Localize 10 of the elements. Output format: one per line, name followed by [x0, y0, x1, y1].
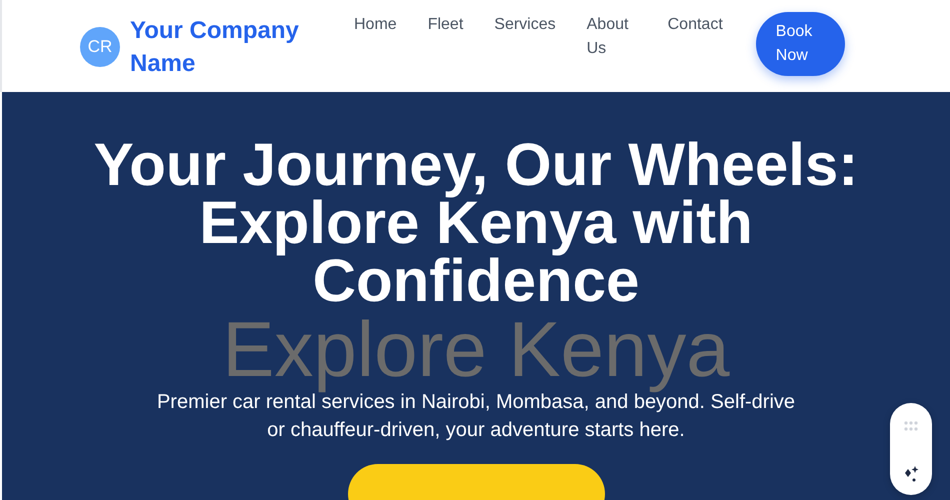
nav-link[interactable]: Contact: [668, 13, 723, 61]
logo-badge: CR: [80, 27, 120, 67]
company-name: Your Company Name: [130, 16, 300, 79]
sparkle-icon[interactable]: [902, 465, 920, 483]
hero-subtitle: Premier car rental services in Nairobi, Mombasa, and beyond. Self-drive or chauffeur-driven, your adventure starts here.: [156, 391, 796, 443]
book-now-button[interactable]: Book Now: [756, 12, 845, 76]
nav-link[interactable]: About Us: [586, 13, 637, 61]
nav-link[interactable]: Services: [494, 13, 556, 61]
nav-link[interactable]: Fleet: [428, 13, 464, 61]
nav-link[interactable]: Home: [354, 13, 397, 61]
